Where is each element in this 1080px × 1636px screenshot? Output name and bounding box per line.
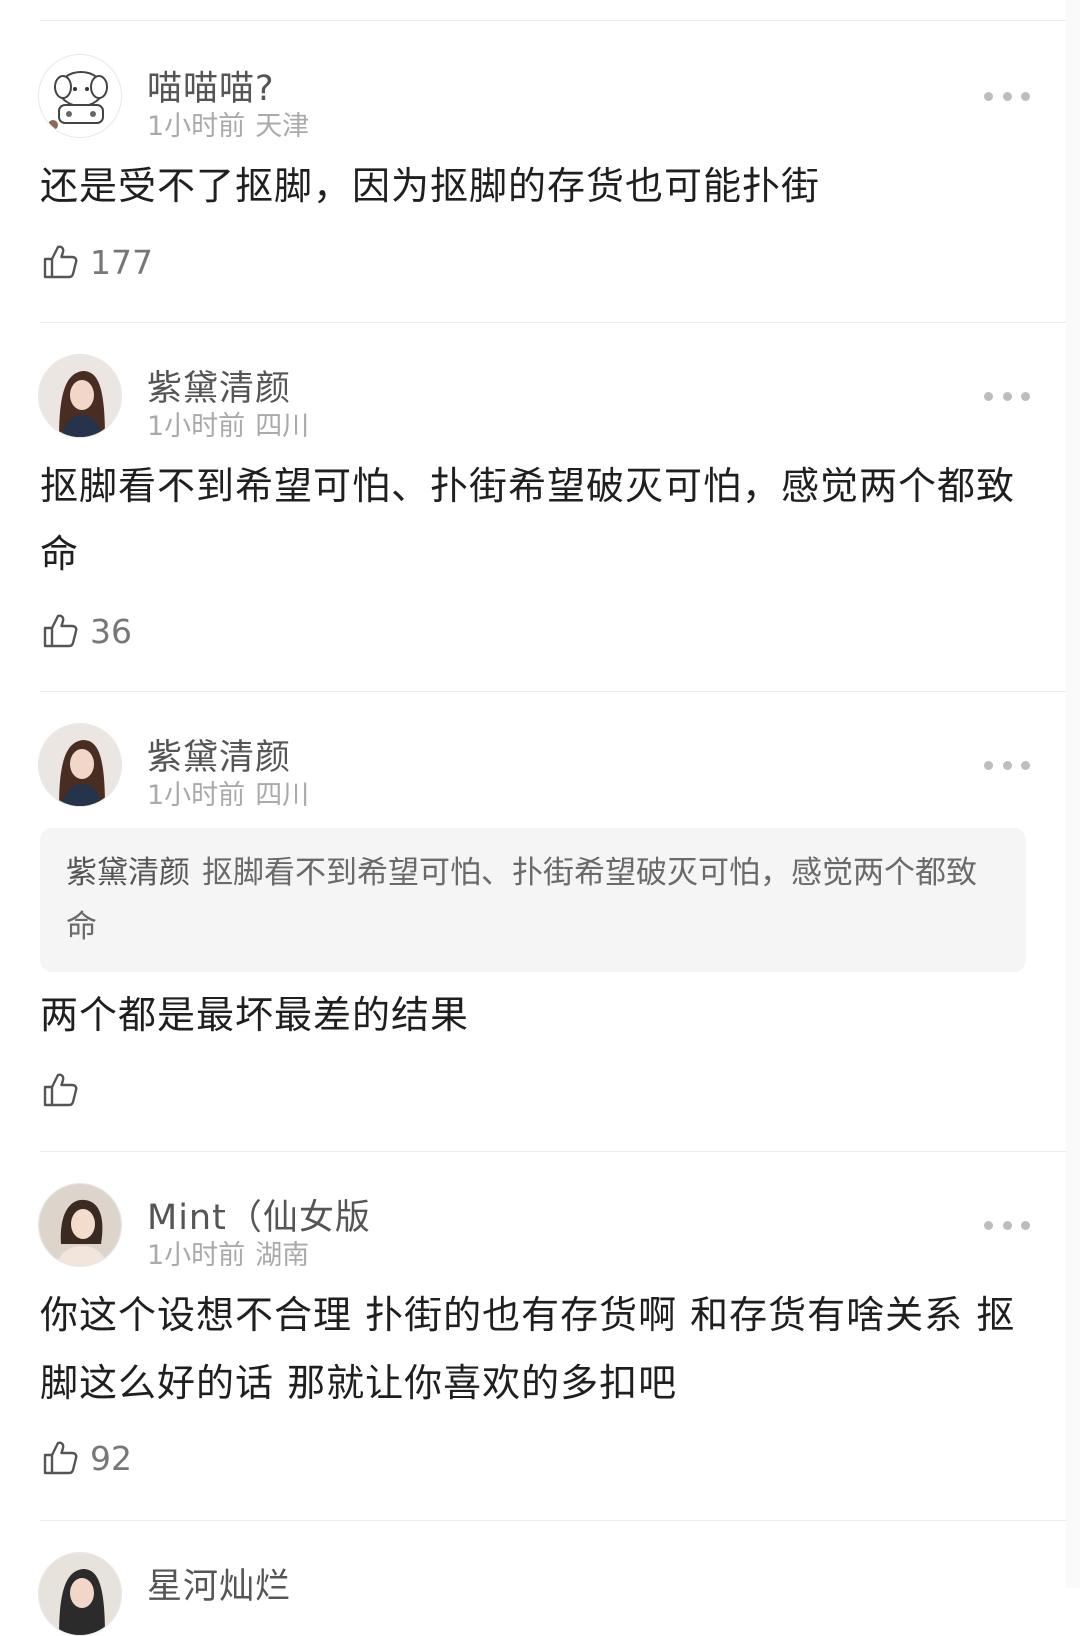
like-count: 177 xyxy=(90,242,153,282)
comment-meta: 1小时前 湖南 xyxy=(147,1233,309,1272)
avatar[interactable] xyxy=(38,1552,122,1636)
woman-portrait-avatar xyxy=(39,1184,121,1266)
thumbs-up-outline-icon xyxy=(43,1073,78,1107)
avatar[interactable] xyxy=(38,723,122,807)
more-dots-icon[interactable] xyxy=(984,88,1030,104)
page-edge xyxy=(1066,0,1080,1588)
comment-text: 还是受不了抠脚，因为抠脚的存货也可能扑街 xyxy=(40,164,821,208)
thumbs-up-outline-icon xyxy=(43,614,78,648)
divider xyxy=(40,20,1066,21)
cartoon-puppy-icon xyxy=(39,55,121,137)
divider xyxy=(40,1151,1066,1152)
like-button[interactable]: 92 xyxy=(40,1436,132,1480)
timestamp: 1小时前 xyxy=(147,111,246,142)
divider xyxy=(40,1520,1066,1521)
quoted-username: 紫黛清颜 xyxy=(66,855,190,891)
location: 四川 xyxy=(255,411,310,442)
location: 天津 xyxy=(255,111,310,142)
comment-text: 你这个设想不合理 扑街的也有存货啊 和存货有啥关系 抠脚这么好的话 那就让你喜欢… xyxy=(40,1293,1016,1405)
quoted-reply[interactable]: 紫黛清颜 抠脚看不到希望可怕、扑街希望破灭可怕，感觉两个都致命 xyxy=(40,828,1026,972)
divider xyxy=(40,322,1066,323)
comment-text: 两个都是最坏最差的结果 xyxy=(40,993,470,1037)
like-count: 92 xyxy=(90,1438,132,1478)
thumbs-up-outline-icon xyxy=(43,1441,78,1475)
more-dots-icon[interactable] xyxy=(984,1217,1030,1233)
comment-meta: 1小时前 天津 xyxy=(147,104,309,143)
timestamp: 1小时前 xyxy=(147,780,246,811)
woman-portrait-avatar xyxy=(39,724,121,806)
username[interactable]: 星河灿烂 xyxy=(147,1558,291,1609)
more-dots-icon[interactable] xyxy=(984,388,1030,404)
like-button[interactable]: 36 xyxy=(40,609,132,653)
comment-text: 抠脚看不到希望可怕、扑街希望破灭可怕，感觉两个都致命 xyxy=(40,464,1016,576)
avatar[interactable] xyxy=(38,354,122,438)
timestamp: 1小时前 xyxy=(147,1240,246,1271)
location: 四川 xyxy=(255,780,310,811)
woman-portrait-avatar xyxy=(39,355,121,437)
comment-meta: 1小时前 四川 xyxy=(147,773,309,812)
avatar[interactable] xyxy=(38,1183,122,1267)
timestamp: 1小时前 xyxy=(147,411,246,442)
avatar[interactable] xyxy=(38,54,122,138)
like-button[interactable]: 177 xyxy=(40,240,153,284)
comment-meta: 1小时前 四川 xyxy=(147,404,309,443)
thumbs-up-outline-icon xyxy=(43,245,78,279)
like-button[interactable] xyxy=(40,1068,90,1112)
divider xyxy=(40,691,1066,692)
woman-portrait-avatar xyxy=(39,1553,121,1635)
location: 湖南 xyxy=(255,1240,310,1271)
like-count: 36 xyxy=(90,611,132,651)
quoted-text: 抠脚看不到希望可怕、扑街希望破灭可怕，感觉两个都致命 xyxy=(66,855,977,945)
more-dots-icon[interactable] xyxy=(984,757,1030,773)
